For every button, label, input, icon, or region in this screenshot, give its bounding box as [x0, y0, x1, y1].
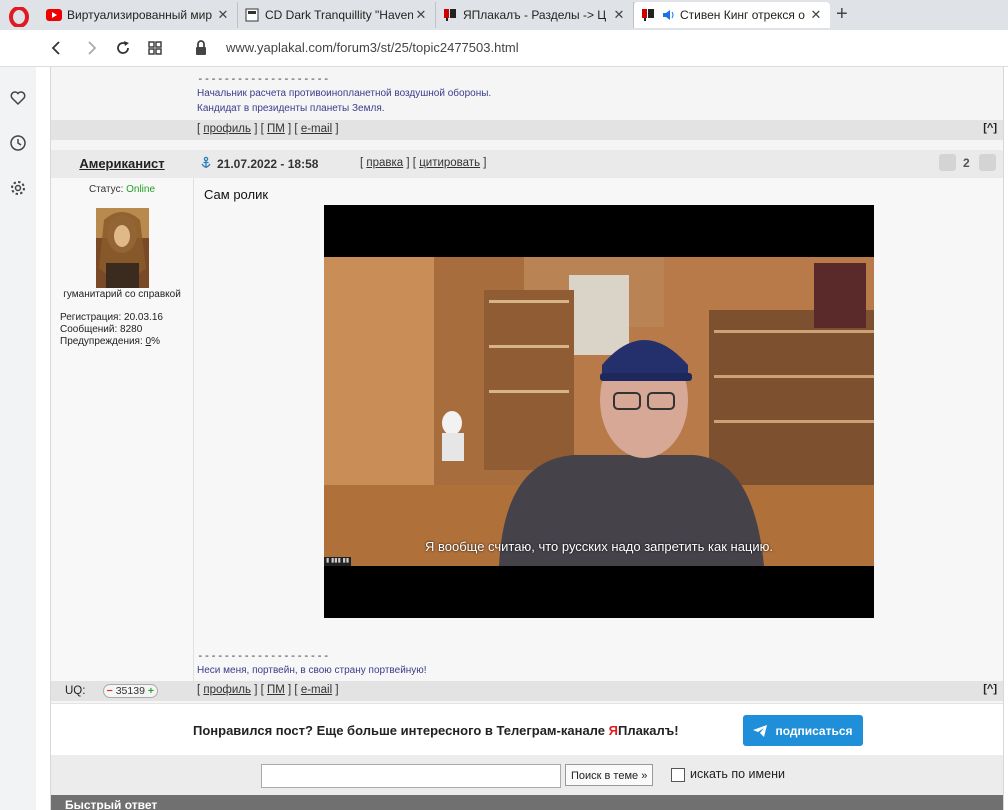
tab-close-icon[interactable]: ✕: [215, 7, 231, 23]
settings-gear-icon[interactable]: [9, 179, 27, 197]
tab-title: ЯПлакалъ - Разделы -> Ц: [463, 8, 607, 22]
prev-post-footer: [ профиль ] [ ПМ ] [ e-mail ] [^]: [51, 120, 1003, 140]
browser-sidebar: [0, 67, 36, 810]
to-top-link[interactable]: [^]: [983, 122, 997, 134]
reload-icon[interactable]: [114, 39, 132, 57]
telegram-promo: Понравился пост? Еще больше интересного …: [51, 703, 1003, 756]
post-rating: 2: [963, 156, 970, 170]
quick-reply-title: Быстрый ответ: [65, 798, 158, 810]
uq-minus-icon[interactable]: −: [107, 685, 113, 697]
avatar[interactable]: [96, 208, 149, 288]
forward-arrow-icon[interactable]: [82, 39, 100, 57]
web-page: -------------------- Начальник расчета п…: [36, 67, 1008, 810]
post-text: Сам ролик: [204, 187, 269, 202]
post-datetime: 21.07.2022 - 18:58: [217, 157, 319, 171]
prev-signature-line1: Начальник расчета противоинопланетной во…: [197, 88, 492, 99]
user-message-count: Сообщений: 8280: [60, 324, 143, 335]
status-online: Online: [126, 184, 156, 195]
yaplakal-icon: [640, 7, 656, 23]
lock-icon: [196, 40, 206, 55]
address-bar: www.yaplakal.com/forum3/st/25/topic24775…: [0, 30, 1008, 67]
tab-3[interactable]: ЯПлакалъ - Разделы -> Ц ✕: [436, 2, 634, 28]
tab-4-active[interactable]: Стивен Кинг отрекся о ✕: [634, 2, 830, 28]
post-author-name[interactable]: Американист: [51, 156, 193, 171]
promo-text: Понравился пост? Еще больше интересного …: [193, 723, 679, 738]
back-arrow-icon[interactable]: [48, 39, 66, 57]
quick-reply-header[interactable]: Быстрый ответ: [51, 795, 1003, 810]
video-player[interactable]: Я вообще считаю, что русских надо запрет…: [324, 205, 874, 618]
uq-plus-icon[interactable]: +: [148, 685, 154, 697]
profile-link[interactable]: профиль: [203, 123, 251, 135]
tab-close-icon[interactable]: ✕: [413, 7, 429, 23]
tab-2[interactable]: CD Dark Tranquillity "Haven ✕: [238, 2, 436, 28]
uq-rating: UQ: − 35139 +: [65, 684, 158, 698]
prev-signature-line2: Кандидат в президенты планеты Земля.: [197, 103, 385, 114]
tab-title: Виртуализированный мир: [67, 8, 213, 22]
thumbs-up-icon[interactable]: [979, 154, 996, 171]
video-frame: [324, 205, 874, 618]
email-link[interactable]: e-mail: [301, 123, 332, 135]
signature-separator: --------------------: [197, 649, 330, 662]
subscribe-button[interactable]: подписаться: [743, 715, 863, 746]
tab-1[interactable]: Виртуализированный мир ✕: [40, 2, 238, 28]
new-tab-plus-icon[interactable]: +: [836, 3, 848, 26]
video-corner-label: ▮ ▮▮▮ ▮▮: [324, 557, 352, 566]
quote-link[interactable]: цитировать: [419, 157, 480, 169]
edit-link[interactable]: правка: [366, 157, 403, 169]
search-in-topic-button[interactable]: Поиск в теме »: [565, 764, 654, 786]
signature-separator: --------------------: [197, 72, 330, 85]
search-by-name-label[interactable]: искать по имени: [690, 767, 785, 781]
email-link[interactable]: e-mail: [301, 684, 332, 696]
youtube-icon: [46, 7, 62, 23]
speaker-icon[interactable]: [661, 7, 677, 23]
page-icon: [244, 7, 260, 23]
url-text[interactable]: www.yaplakal.com/forum3/st/25/topic24775…: [226, 40, 519, 55]
tab-title: CD Dark Tranquillity "Haven: [265, 8, 413, 22]
yaplakal-icon: [442, 7, 458, 23]
opera-logo-icon[interactable]: [9, 7, 29, 27]
forum-thread: -------------------- Начальник расчета п…: [50, 67, 1004, 810]
status-label: Статус:: [88, 184, 124, 195]
prev-post-links: [ профиль ] [ ПМ ] [ e-mail ]: [197, 123, 339, 135]
post-header: Американист 21.07.2022 - 18:58 [ правка …: [51, 150, 1003, 178]
search-input[interactable]: [261, 764, 561, 788]
tab-title: Стивен Кинг отрекся о: [680, 8, 805, 22]
pm-link[interactable]: ПМ: [267, 123, 285, 135]
user-warnings: Предупреждения: 0%: [60, 336, 160, 347]
telegram-plane-icon: [753, 724, 768, 737]
pm-link[interactable]: ПМ: [267, 684, 285, 696]
post-signature: Неси меня, портвейн, в свою страну портв…: [197, 665, 427, 676]
post-footer: UQ: − 35139 + [ профиль ] [ ПМ ] [ e-mai…: [51, 681, 1003, 701]
heart-icon[interactable]: [9, 89, 27, 107]
tab-close-icon[interactable]: ✕: [808, 7, 824, 23]
video-subtitle: Я вообще считаю, что русских надо запрет…: [424, 539, 773, 554]
topic-search: Поиск в теме » искать по имени: [51, 755, 1003, 795]
user-registration: Регистрация: 20.03.16: [60, 312, 163, 323]
user-status: Статус: Online: [51, 184, 193, 195]
tab-close-icon[interactable]: ✕: [611, 7, 627, 23]
user-info-column: Статус: Online гуманитарий со справкой Р…: [51, 178, 194, 681]
search-by-name-checkbox[interactable]: [671, 768, 685, 782]
anchor-icon[interactable]: [199, 156, 213, 170]
profile-link[interactable]: профиль: [203, 684, 251, 696]
subscribe-label: подписаться: [775, 723, 853, 738]
to-top-link[interactable]: [^]: [983, 683, 997, 695]
history-clock-icon[interactable]: [9, 134, 27, 152]
user-rank: гуманитарий со справкой: [63, 289, 181, 300]
speed-dial-grid-icon[interactable]: [146, 39, 164, 57]
post-action-links: [ правка ] [ цитировать ]: [360, 157, 487, 169]
tab-strip: Виртуализированный мир ✕ CD Dark Tranqui…: [0, 0, 1008, 30]
uq-badge: − 35139 +: [102, 684, 158, 698]
thumbs-down-icon[interactable]: [939, 154, 956, 171]
post-links: [ профиль ] [ ПМ ] [ e-mail ]: [197, 684, 339, 696]
